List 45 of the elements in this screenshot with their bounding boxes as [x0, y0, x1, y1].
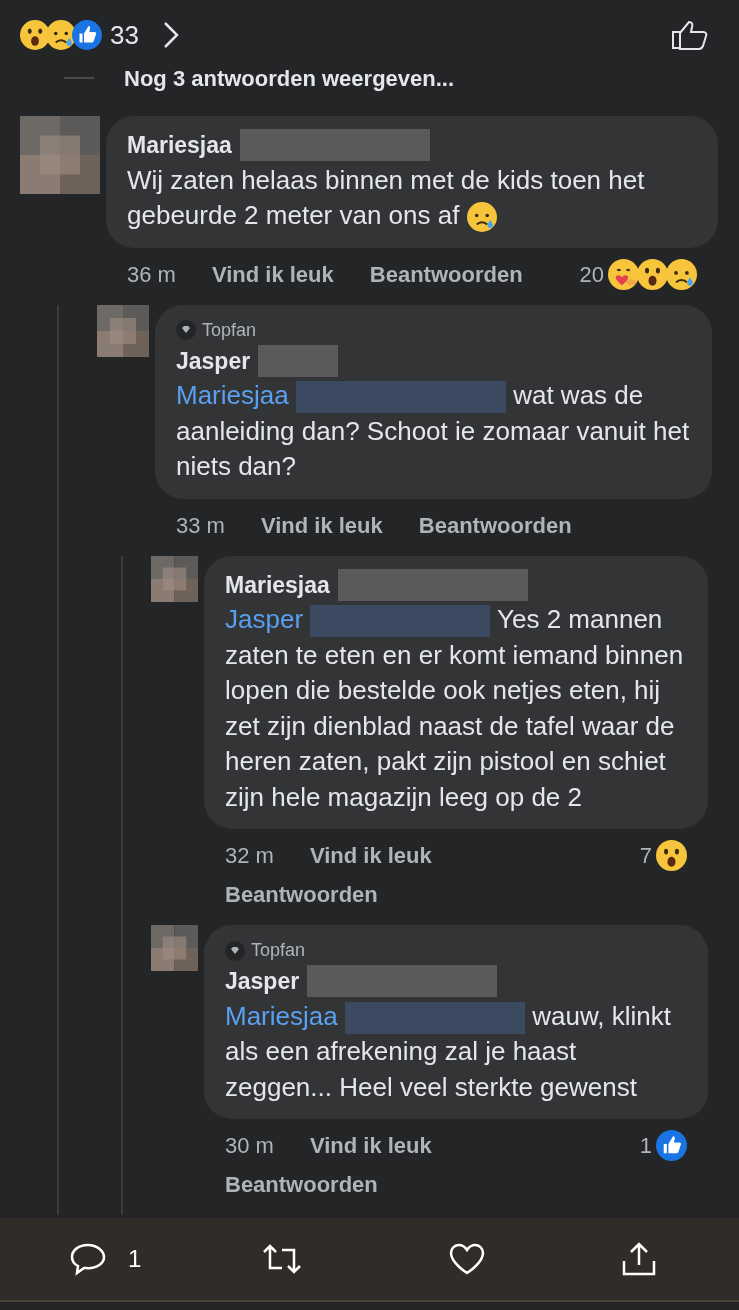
like-link[interactable]: Vind ik leuk — [309, 839, 432, 872]
comment-count: 1 — [128, 1244, 142, 1274]
reply-link[interactable]: Beantwoorden — [225, 1168, 378, 1201]
comment-text: Jasper Yes 2 mannen zaten te eten en er komt iemand binnen lopen die bestelde ook netjes eten, hij zet zijn dienblad naast de tafel waar de heren zaten, pakt zijn pistool en schiet zijn hele magazijn leeg op de 2 — [225, 603, 685, 814]
commenter-name[interactable]: Jasper — [225, 964, 300, 999]
topfan-label: Topfan — [251, 939, 306, 962]
comment-text: Wij zaten helaas binnen met de kids toen het gebeurde 2 meter van ons af — [127, 162, 697, 234]
like-link[interactable]: Vind ik leuk — [309, 1129, 432, 1162]
reaction-count: 7 — [639, 842, 652, 870]
commenter-name[interactable]: Jasper — [176, 343, 251, 378]
wow-reaction-icon — [637, 258, 668, 290]
comment-time: 32 m — [225, 842, 274, 870]
commenter-name[interactable]: Mariesjaa — [127, 128, 232, 163]
reply-link[interactable]: Beantwoorden — [225, 878, 378, 911]
like-reaction-icon — [656, 1130, 687, 1161]
reaction-count[interactable]: 33 — [110, 15, 139, 55]
reply-link[interactable]: Beantwoorden — [418, 508, 572, 542]
reply-link[interactable]: Beantwoorden — [369, 257, 523, 291]
mention-link[interactable]: Mariesjaa — [176, 380, 289, 410]
comment-text: Mariesjaa wat was de aanleiding dan? Schoot ie zomaar vanuit het niets dan? — [176, 379, 691, 483]
topfan-label: Topfan — [202, 318, 257, 342]
reaction-count: 20 — [579, 260, 604, 289]
comment-time: 33 m — [176, 511, 225, 540]
sad-reaction-icon — [467, 202, 498, 233]
comment-time: 30 m — [225, 1132, 274, 1160]
share-icon[interactable] — [621, 1241, 657, 1277]
commenter-name[interactable]: Mariesjaa — [225, 567, 330, 602]
sad-reaction-icon — [666, 258, 697, 290]
more-replies-link[interactable]: Nog 3 antwoorden weergeven... — [124, 61, 455, 95]
comment-time: 36 m — [127, 260, 176, 289]
like-link[interactable]: Vind ik leuk — [211, 257, 334, 291]
reaction-count: 1 — [639, 1132, 652, 1160]
thumbs-up-icon[interactable] — [671, 20, 709, 50]
chevron-right-icon[interactable] — [162, 21, 179, 49]
mention-link[interactable]: Mariesjaa — [225, 1000, 338, 1031]
wow-reaction-icon — [656, 840, 687, 871]
like-link[interactable]: Vind ik leuk — [260, 508, 383, 542]
sad-reaction-icon — [46, 20, 76, 50]
wow-reaction-icon — [20, 20, 50, 50]
heart-icon[interactable] — [448, 1242, 486, 1276]
care-reaction-icon — [608, 258, 639, 290]
mention-link[interactable]: Jasper — [225, 604, 304, 634]
comment-icon[interactable] — [70, 1241, 106, 1277]
comment-text: Mariesjaa wauw, klinkt als een afrekening zal je haast zeggen... Heel veel sterkte gewenst — [225, 999, 672, 1104]
like-reaction-icon — [72, 20, 102, 50]
